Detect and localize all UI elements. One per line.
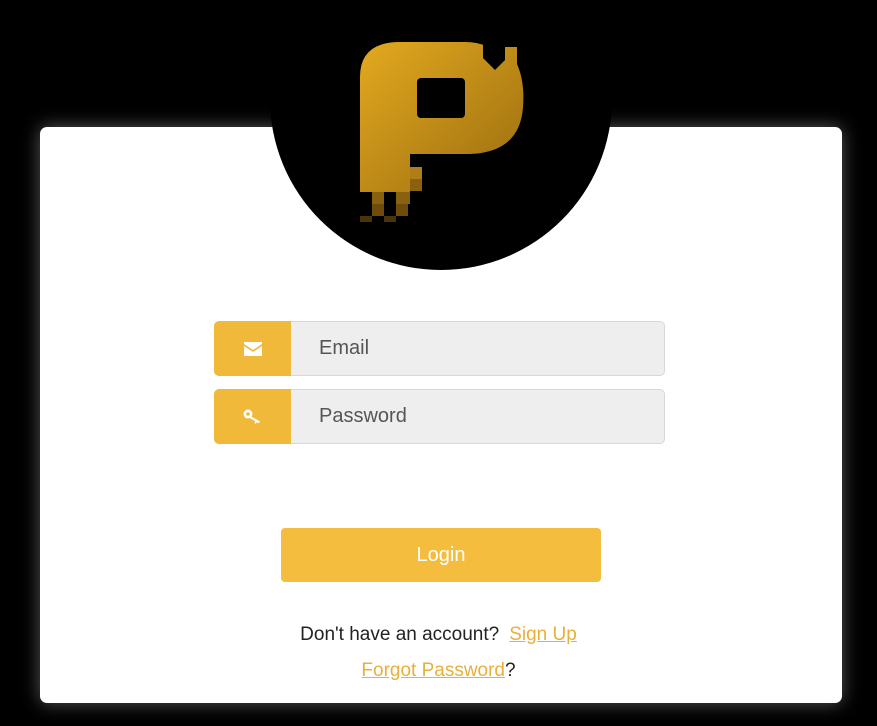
login-page: Login Don't have an account? Sign Up Forg… <box>0 0 877 726</box>
p-logo-icon <box>360 42 524 222</box>
key-icon <box>243 409 260 424</box>
forgot-password-line: Forgot Password? <box>0 660 877 682</box>
no-account-text: Don't have an account? <box>300 624 500 645</box>
password-addon <box>214 389 291 444</box>
password-input-group <box>214 389 665 444</box>
forgot-suffix: ? <box>505 660 516 681</box>
login-button[interactable]: Login <box>281 528 601 582</box>
forgot-password-link[interactable]: Forgot Password <box>361 660 505 681</box>
email-addon <box>214 321 291 376</box>
signup-prompt: Don't have an account? Sign Up <box>0 624 877 646</box>
envelope-icon <box>243 341 262 356</box>
email-input-group <box>214 321 665 376</box>
email-input[interactable] <box>291 321 665 376</box>
password-input[interactable] <box>291 389 665 444</box>
signup-link[interactable]: Sign Up <box>509 624 577 645</box>
